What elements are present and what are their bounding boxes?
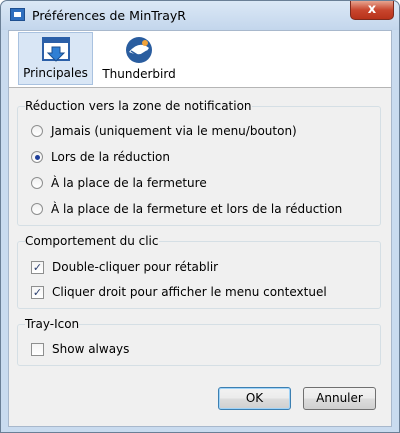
- checkbox-option-show-always[interactable]: Show always: [31, 340, 129, 358]
- app-window-icon: [10, 8, 25, 21]
- radio-button[interactable]: [31, 125, 43, 137]
- tab-label-principales: Principales: [23, 66, 88, 80]
- tray-icon-group-title: Tray-Icon: [25, 317, 80, 331]
- click-group-title: Comportement du clic: [25, 234, 159, 248]
- tab-label-thunderbird: Thunderbird: [102, 67, 176, 81]
- preferences-window: Préférences de MinTrayR x Principales Th…: [0, 0, 400, 433]
- close-button[interactable]: x: [350, 1, 394, 20]
- checkbox[interactable]: ✓: [31, 260, 44, 274]
- dialog-content: Principales Thunderbird: [8, 30, 392, 427]
- tab-principales[interactable]: Principales: [18, 32, 93, 85]
- title-bar[interactable]: Préférences de MinTrayR x: [1, 1, 399, 30]
- radio-label: Lors de la réduction: [51, 150, 170, 164]
- window-minimize-tray-icon: [41, 37, 70, 62]
- tab-thunderbird[interactable]: Thunderbird: [101, 32, 177, 85]
- minimize-group-title: Réduction vers la zone de notification: [25, 99, 252, 113]
- checkbox[interactable]: [31, 342, 44, 356]
- checkbox-option-right-click-menu[interactable]: ✓ Cliquer droit pour afficher le menu co…: [31, 283, 327, 301]
- radio-option-on-minimize[interactable]: Lors de la réduction: [31, 148, 170, 166]
- checkbox-label: Show always: [52, 342, 130, 356]
- radio-button[interactable]: [31, 203, 43, 215]
- window-title: Préférences de MinTrayR: [32, 8, 186, 23]
- thunderbird-logo-icon: [126, 37, 152, 63]
- checkbox-label: Double-cliquer pour rétablir: [52, 260, 219, 274]
- radio-option-close-and-minimize[interactable]: À la place de la fermeture et lors de la…: [31, 200, 342, 218]
- checkbox-option-double-click[interactable]: ✓ Double-cliquer pour rétablir: [31, 258, 218, 276]
- radio-button[interactable]: [31, 151, 43, 163]
- cancel-button[interactable]: Annuler: [303, 387, 376, 410]
- radio-option-never[interactable]: Jamais (uniquement via le menu/bouton): [31, 122, 297, 140]
- ok-button[interactable]: OK: [218, 387, 291, 410]
- tab-bar: Principales Thunderbird: [9, 31, 391, 88]
- checkbox-label: Cliquer droit pour afficher le menu cont…: [52, 285, 327, 299]
- radio-label: À la place de la fermeture: [51, 176, 207, 190]
- radio-button[interactable]: [31, 177, 43, 189]
- radio-option-instead-of-close[interactable]: À la place de la fermeture: [31, 174, 207, 192]
- checkbox[interactable]: ✓: [31, 285, 44, 299]
- radio-label: À la place de la fermeture et lors de la…: [51, 202, 343, 216]
- radio-label: Jamais (uniquement via le menu/bouton): [51, 124, 297, 138]
